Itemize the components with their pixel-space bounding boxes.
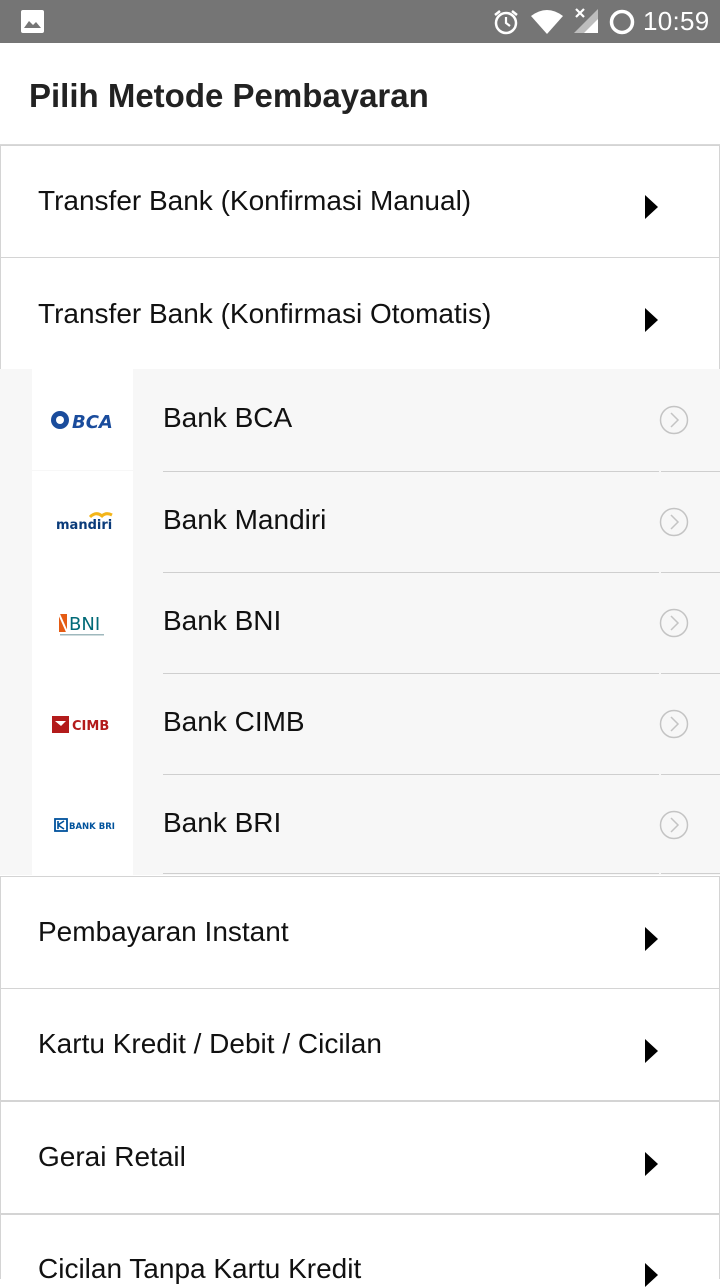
- divider: [163, 873, 720, 874]
- page-title: Pilih Metode Pembayaran: [29, 77, 429, 114]
- bank-item-mandiri[interactable]: mandiri Bank Mandiri: [0, 471, 720, 572]
- mandiri-logo: mandiri: [32, 471, 133, 572]
- bca-logo: BCA: [32, 369, 133, 470]
- svg-text:BANK BRI: BANK BRI: [69, 822, 115, 832]
- caret-right-icon: [645, 1263, 658, 1287]
- chevron-right-circle-icon: [659, 507, 689, 537]
- svg-text:BNI: BNI: [69, 614, 100, 635]
- app-bar: Pilih Metode Pembayaran: [0, 43, 720, 145]
- caret-right-icon: [645, 927, 658, 951]
- method-row-transfer-manual[interactable]: Transfer Bank (Konfirmasi Manual): [0, 145, 720, 258]
- chevron-right-circle-icon: [659, 709, 689, 739]
- method-row-kartu-kredit[interactable]: Kartu Kredit / Debit / Cicilan: [0, 988, 720, 1101]
- svg-text:mandiri: mandiri: [56, 518, 112, 533]
- method-label: Pembayaran Instant: [38, 916, 289, 947]
- method-row-transfer-otomatis[interactable]: Transfer Bank (Konfirmasi Otomatis): [0, 257, 720, 370]
- gallery-icon: [21, 10, 44, 33]
- status-time: 10:59: [643, 6, 710, 36]
- svg-text:BCA: BCA: [72, 412, 113, 433]
- bank-name: Bank Mandiri: [163, 504, 327, 535]
- method-row-cicilan-tanpa-kartu[interactable]: Cicilan Tanpa Kartu Kredit: [0, 1214, 720, 1287]
- status-bar: 10:59: [0, 0, 720, 43]
- method-row-gerai-retail[interactable]: Gerai Retail: [0, 1101, 720, 1214]
- bank-list: BCA Bank BCA mandiri Bank Mandiri BNI Ba…: [0, 369, 720, 875]
- method-label: Kartu Kredit / Debit / Cicilan: [38, 1028, 382, 1059]
- wifi-icon: [531, 10, 563, 34]
- caret-right-icon: [645, 1152, 658, 1176]
- caret-right-icon: [645, 1039, 658, 1063]
- method-label: Transfer Bank (Konfirmasi Otomatis): [38, 298, 492, 329]
- bank-name: Bank BNI: [163, 605, 282, 636]
- bri-logo: BANK BRI: [32, 774, 133, 875]
- method-label: Gerai Retail: [38, 1141, 186, 1172]
- bank-name: Bank CIMB: [163, 706, 305, 737]
- chevron-right-circle-icon: [659, 405, 689, 435]
- svg-text:CIMB: CIMB: [72, 719, 109, 734]
- caret-right-icon: [645, 195, 658, 219]
- caret-right-icon: [645, 308, 658, 332]
- bank-item-bca[interactable]: BCA Bank BCA: [0, 369, 720, 470]
- bank-name: Bank BCA: [163, 402, 293, 433]
- bank-item-bni[interactable]: BNI Bank BNI: [0, 572, 720, 673]
- method-label: Cicilan Tanpa Kartu Kredit: [38, 1253, 362, 1284]
- bank-item-cimb[interactable]: CIMB Bank CIMB: [0, 673, 720, 774]
- method-row-pembayaran-instant[interactable]: Pembayaran Instant: [0, 876, 720, 989]
- method-label: Transfer Bank (Konfirmasi Manual): [38, 185, 472, 216]
- alarm-icon: [494, 10, 518, 35]
- cimb-logo: CIMB: [32, 673, 133, 774]
- bank-name: Bank BRI: [163, 807, 282, 838]
- bank-item-bri[interactable]: BANK BRI Bank BRI: [0, 774, 720, 875]
- chevron-right-circle-icon: [659, 810, 689, 840]
- signal-icon: [574, 8, 598, 33]
- chevron-right-circle-icon: [659, 608, 689, 638]
- bni-logo: BNI: [32, 572, 133, 673]
- battery-icon: [609, 9, 635, 35]
